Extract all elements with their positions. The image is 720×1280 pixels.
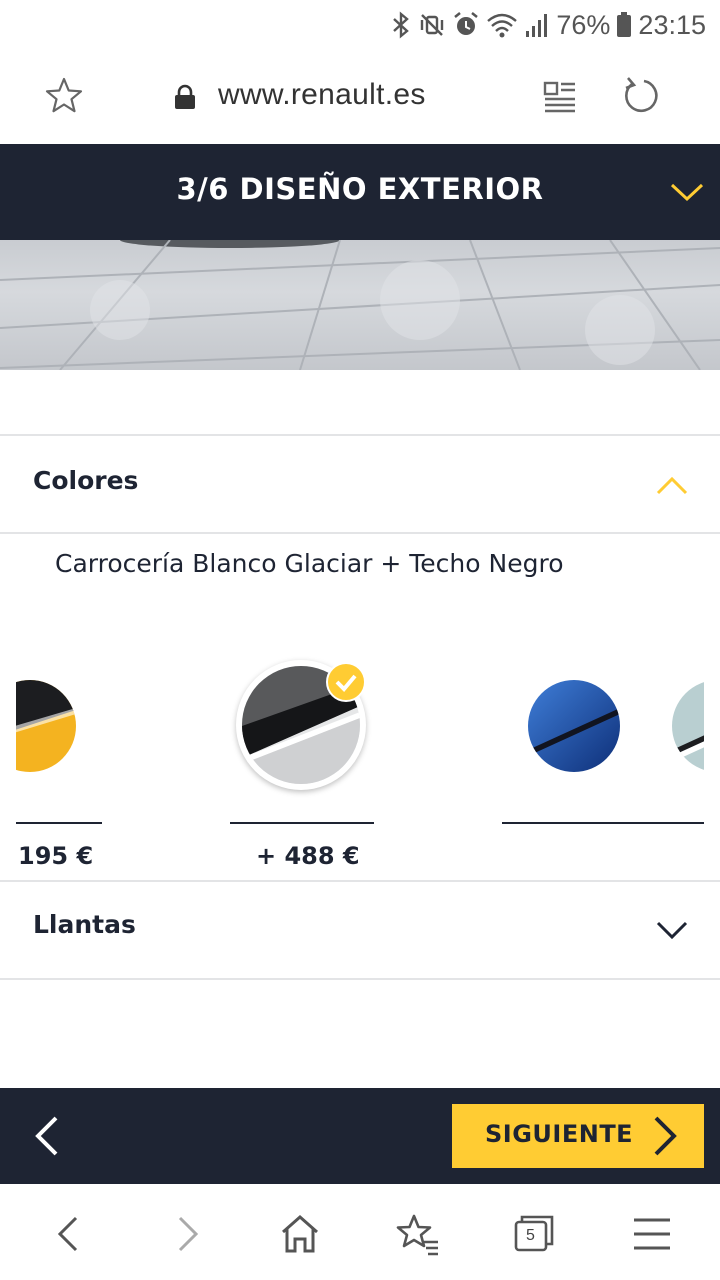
price-underline (230, 822, 374, 824)
step-header[interactable]: 3/6 DISEÑO EXTERIOR (0, 144, 720, 240)
wheels-section-header[interactable]: Llantas (0, 882, 720, 978)
chevron-up-icon[interactable] (656, 476, 688, 496)
home-icon[interactable] (278, 1212, 322, 1256)
wifi-icon (487, 13, 518, 38)
lock-icon (175, 84, 195, 109)
check-icon (326, 662, 366, 702)
url-text[interactable]: www.renault.es (218, 78, 426, 112)
signal-icon (526, 14, 548, 37)
chevron-down-icon[interactable] (670, 182, 704, 202)
step-title: 3/6 DISEÑO EXTERIOR (176, 172, 544, 206)
vibrate-mute-icon (421, 14, 444, 36)
browser-bottom-bar: 5 (0, 1184, 720, 1280)
browser-forward-icon[interactable] (164, 1212, 208, 1256)
color-swatch-carousel[interactable]: 195 € + 488 € (0, 600, 720, 880)
color-swatch-selected[interactable] (236, 660, 370, 794)
vehicle-preview-image (0, 240, 720, 370)
tab-count: 5 (526, 1227, 535, 1244)
colors-section-title: Colores (33, 466, 139, 495)
swatch-yellow-black (16, 680, 76, 772)
battery-icon (617, 12, 632, 37)
selected-color-name: Carrocería Blanco Glaciar + Techo Negro (55, 549, 564, 578)
color-swatch[interactable] (672, 680, 704, 772)
alarm-icon (454, 12, 479, 35)
bookmarks-icon[interactable] (396, 1212, 440, 1256)
configurator-footer: SIGUIENTE (0, 1088, 720, 1184)
browser-url-bar: www.renault.es (0, 50, 720, 144)
next-button[interactable]: SIGUIENTE (452, 1104, 704, 1168)
reader-mode-icon[interactable] (543, 80, 577, 114)
swatch-light-blue (672, 680, 704, 772)
wheels-section-title: Llantas (33, 910, 136, 939)
next-button-label: SIGUIENTE (485, 1120, 634, 1148)
price-underline (502, 822, 704, 824)
menu-icon[interactable] (630, 1212, 674, 1256)
next-arrow-icon (654, 1116, 677, 1156)
browser-back-icon[interactable] (48, 1212, 92, 1256)
floor-tiles (0, 240, 720, 370)
divider (0, 532, 720, 534)
price-underline (16, 822, 102, 824)
back-arrow-icon[interactable] (30, 1114, 66, 1158)
clock: 23:15 (638, 9, 706, 40)
tabs-button[interactable]: 5 (512, 1212, 556, 1256)
colors-section-header[interactable]: Colores (0, 436, 720, 532)
swatch-price: + 488 € (256, 842, 360, 870)
reload-icon[interactable] (620, 76, 660, 116)
chevron-down-icon[interactable] (656, 920, 688, 940)
status-icons: 76% 23:15 (390, 8, 706, 42)
status-bar: 76% 23:15 (0, 0, 720, 50)
divider (0, 978, 720, 980)
star-icon[interactable] (44, 76, 84, 116)
bluetooth-icon (393, 11, 410, 39)
battery-percent: 76% (556, 9, 611, 40)
color-swatch[interactable] (16, 600, 116, 800)
color-swatch[interactable] (528, 680, 620, 772)
swatch-price: 195 € (18, 842, 94, 870)
